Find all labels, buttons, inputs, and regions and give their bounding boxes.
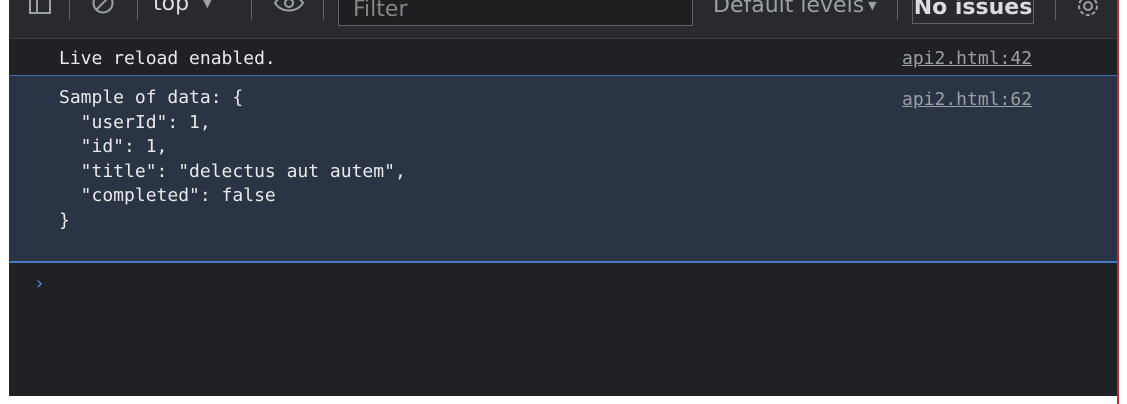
gear-icon[interactable]: [1074, 0, 1102, 20]
source-link[interactable]: api2.html:42: [902, 47, 1032, 71]
toolbar-separator: [251, 0, 252, 20]
toolbar-separator: [323, 0, 324, 20]
console-panel: top ▼ Filter Default levels ▼ No issues Li…: [9, 0, 1117, 396]
eye-icon[interactable]: [273, 0, 305, 15]
context-selector-label: top: [153, 0, 190, 16]
log-levels-label: Default levels: [713, 0, 865, 18]
console-prompt-icon[interactable]: ›: [34, 272, 45, 296]
source-link[interactable]: api2.html:62: [902, 88, 1032, 112]
console-message-text: Live reload enabled.: [59, 48, 276, 69]
console-toolbar: top ▼ Filter Default levels ▼ No issues: [9, 0, 1117, 39]
clear-console-icon[interactable]: [91, 0, 115, 15]
toolbar-separator: [137, 0, 138, 20]
issues-button[interactable]: No issues: [912, 0, 1034, 24]
console-message-selected: Sample of data: { "userId": 1, "id": 1, …: [9, 75, 1117, 263]
console-message: Live reload enabled. api2.html:42: [9, 40, 1117, 74]
sidebar-toggle-icon[interactable]: [28, 0, 52, 15]
log-levels-dropdown[interactable]: Default levels ▼: [713, 0, 877, 21]
toolbar-separator: [897, 0, 898, 20]
chevron-down-icon: ▼: [868, 0, 877, 12]
context-selector[interactable]: top ▼: [153, 0, 212, 21]
filter-input[interactable]: Filter: [338, 0, 693, 26]
toolbar-separator: [69, 0, 70, 20]
chevron-down-icon: ▼: [203, 0, 212, 10]
window-edge: [1117, 0, 1119, 404]
toolbar-separator: [1055, 0, 1056, 20]
console-message-text: Sample of data: { "userId": 1, "id": 1, …: [59, 87, 406, 231]
